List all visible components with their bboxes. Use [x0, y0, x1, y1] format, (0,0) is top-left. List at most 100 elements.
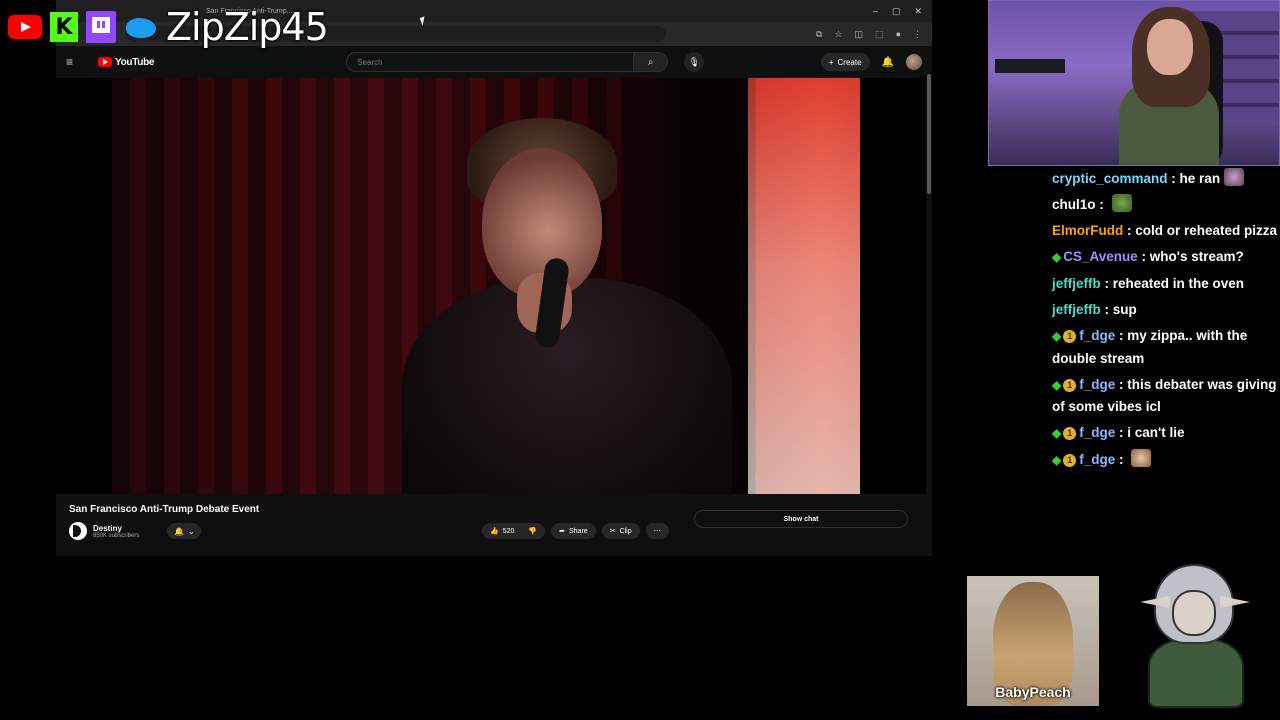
coin-badge-icon: 1 — [1063, 378, 1077, 392]
webcam-person-face — [1147, 19, 1193, 75]
like-count: 520 — [502, 527, 515, 535]
video-metadata: San Francisco Anti-Trump Debate Event De… — [56, 494, 932, 556]
coin-badge-icon: 1 — [1063, 454, 1077, 467]
stream-chat: cryptic_command : he ran chul1o : ElmorFu… — [1046, 166, 1280, 474]
kick-icon: K — [50, 12, 78, 42]
puzzle-icon[interactable]: ⬚ — [875, 29, 884, 40]
clip-label: Clip — [619, 527, 632, 535]
chat-separator: : — [1115, 452, 1128, 467]
babypeach-name: BabyPeach — [995, 684, 1071, 700]
diamond-badge-icon: ◆ — [1052, 426, 1062, 440]
video-player[interactable] — [56, 78, 932, 494]
chat-username[interactable]: f_dge — [1079, 425, 1115, 440]
chat-username[interactable]: cryptic_command — [1052, 171, 1168, 186]
diamond-badge-icon: ◆ — [1052, 250, 1062, 264]
chevron-down-icon: ⌄ — [187, 526, 195, 536]
more-actions-button[interactable]: ⋯ — [645, 523, 669, 539]
twitch-icon — [86, 11, 116, 43]
thumbs-down-icon[interactable]: 👎 — [528, 527, 537, 535]
create-button[interactable]: + Create — [820, 53, 870, 71]
chat-separator: : — [1115, 328, 1128, 343]
chat-message: ElmorFudd : cold or reheated pizza — [1046, 218, 1280, 244]
diamond-badge-icon: ◆ — [1052, 329, 1062, 343]
youtube-logo[interactable]: YouTube — [98, 56, 155, 68]
coin-badge-icon: 1 — [1063, 427, 1077, 440]
microphone-icon: 🎙 — [688, 56, 700, 67]
thumbs-up-icon: 👍 — [490, 528, 499, 535]
scrollbar-thumb[interactable] — [927, 74, 931, 194]
clip-button[interactable]: ✂ Clip — [601, 523, 640, 539]
chat-message: cryptic_command : he ran — [1046, 166, 1280, 192]
video-actions: 👍 520 👎 ➦ Share ✂ Clip ⋯ — [482, 523, 669, 539]
video-title: San Francisco Anti-Trump Debate Event — [69, 504, 260, 515]
social-links-overlay: K ZipZip45 — [8, 5, 329, 49]
chat-separator: : — [1123, 223, 1136, 238]
share-button[interactable]: ➦ Share — [551, 523, 596, 539]
search-bar: ⌕ 🎙 — [346, 52, 705, 72]
browser-window: San Francisco Anti-Trump... – ▢ ✕ ⧉ ☆ ◫ … — [56, 0, 932, 556]
cast-icon[interactable]: ⧉ — [816, 29, 822, 40]
show-chat-button[interactable]: Show chat — [694, 510, 908, 528]
webcam-feed — [988, 0, 1280, 166]
video-frame — [112, 78, 860, 494]
chat-message: ◆ 1 f_dge : i can't lie — [1046, 420, 1280, 447]
channel-info: Destiny 850K subscribers 🔔 ⌄ — [69, 522, 202, 540]
account-avatar[interactable] — [906, 54, 922, 70]
webcam-keyboard — [995, 59, 1065, 73]
hamburger-menu-icon[interactable]: ≡ — [66, 55, 84, 69]
maximize-button[interactable]: ▢ — [892, 6, 901, 17]
chat-emote-icon — [1111, 194, 1132, 212]
streamer-handle: ZipZip45 — [166, 5, 329, 49]
bookmark-star-icon[interactable]: ☆ — [834, 29, 842, 40]
chat-message: jeffjeffb : reheated in the oven — [1046, 271, 1280, 297]
subscription-bell-button[interactable]: 🔔 ⌄ — [167, 523, 202, 539]
chat-text: i can't lie — [1127, 425, 1185, 440]
browser-toolbar-icons: ⧉ ☆ ◫ ⬚ ● ⋮ — [816, 29, 922, 40]
chat-separator: : — [1100, 302, 1113, 317]
chat-text: reheated in the oven — [1112, 276, 1245, 291]
plus-icon: + — [828, 57, 834, 67]
babypeach-tile: BabyPeach — [967, 576, 1099, 706]
twitter-bird-shape — [126, 18, 156, 38]
channel-avatar[interactable] — [69, 522, 87, 540]
search-icon: ⌕ — [647, 56, 654, 68]
close-button[interactable]: ✕ — [914, 6, 922, 17]
chat-username[interactable]: jeffjeffb — [1052, 302, 1101, 317]
share-icon: ➦ — [559, 528, 565, 535]
elf-face — [1172, 590, 1216, 636]
elf-cloak — [1148, 638, 1244, 708]
chat-emote-icon — [1131, 449, 1152, 467]
chat-username[interactable]: f_dge — [1079, 377, 1115, 392]
chat-username[interactable]: ElmorFudd — [1052, 223, 1123, 238]
header-actions: + Create 🔔 — [820, 53, 922, 71]
chat-message: jeffjeffb : sup — [1046, 297, 1280, 323]
voice-search-button[interactable]: 🎙 — [684, 52, 705, 72]
minimize-button[interactable]: – — [873, 6, 878, 17]
twitter-icon — [124, 13, 158, 41]
stream-layout: San Francisco Anti-Trump... – ▢ ✕ ⧉ ☆ ◫ … — [0, 0, 1280, 720]
chat-separator: : — [1115, 376, 1128, 392]
scissors-icon: ✂ — [609, 528, 616, 535]
chat-username[interactable]: jeffjeffb — [1052, 276, 1101, 291]
browser-menu-icon[interactable]: ⋮ — [913, 29, 922, 40]
chat-separator: : — [1115, 425, 1128, 440]
profile-icon[interactable]: ● — [896, 29, 901, 40]
chat-username[interactable]: CS_Avenue — [1063, 249, 1138, 264]
youtube-logo-text: YouTube — [115, 56, 155, 68]
page-scrollbar[interactable] — [926, 54, 932, 554]
chat-emote-icon — [1224, 168, 1245, 186]
chat-username[interactable]: chul1o — [1052, 197, 1096, 212]
create-label: Create — [837, 57, 862, 67]
chat-message: chul1o : — [1046, 192, 1280, 218]
like-button[interactable]: 👍 520 👎 — [482, 523, 546, 539]
chat-username[interactable]: f_dge — [1079, 452, 1115, 467]
search-input[interactable] — [346, 52, 635, 72]
chat-username[interactable]: f_dge — [1079, 328, 1115, 343]
channel-name[interactable]: Destiny — [93, 524, 139, 533]
chat-text: who's stream? — [1149, 249, 1244, 264]
chat-message: ◆ 1 f_dge : my zippa.. with the double str… — [1046, 323, 1280, 372]
notifications-bell-icon[interactable]: 🔔 — [882, 57, 894, 68]
diamond-badge-icon: ◆ — [1052, 377, 1062, 392]
extension-icon[interactable]: ◫ — [855, 29, 864, 40]
search-button[interactable]: ⌕ — [634, 52, 669, 72]
